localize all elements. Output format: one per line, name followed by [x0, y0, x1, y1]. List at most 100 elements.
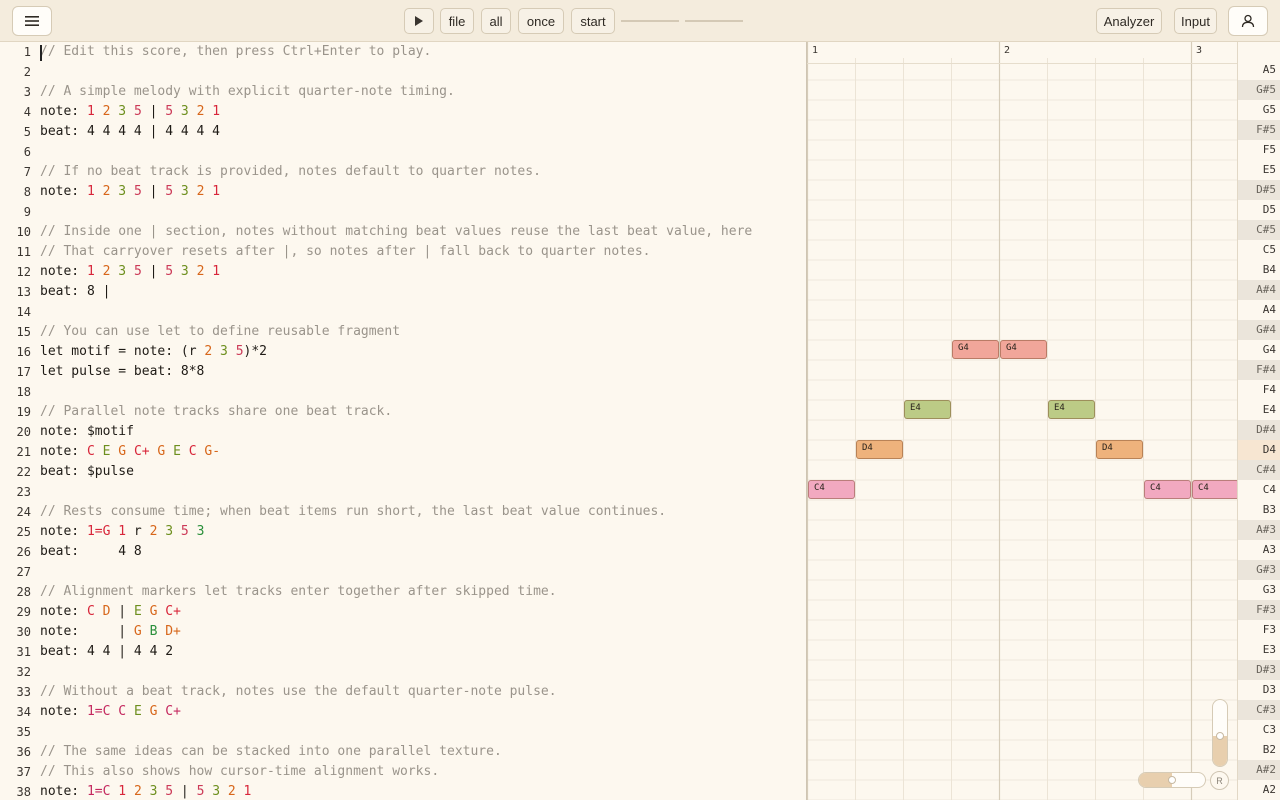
code-line[interactable]: 13 beat: 8 | [0, 282, 806, 302]
code-line[interactable]: 37 // This also shows how cursor-time ali… [0, 762, 806, 782]
code-token: 3 [118, 264, 127, 279]
code-line[interactable]: 17 let pulse = beat: 8*8 [0, 362, 806, 382]
code-line[interactable]: 38 note: 1=C 1 2 3 5 | 5 3 2 1 [0, 782, 806, 800]
code-token: note: [40, 184, 87, 199]
line-number: 13 [16, 285, 31, 299]
file-button[interactable]: file [440, 8, 474, 34]
code-line[interactable]: 25 note: 1=G 1 r 2 3 5 3 [0, 522, 806, 542]
code-comment: // Alignment markers let tracks enter to… [40, 584, 557, 599]
code-line[interactable]: 29 note: C D | E G C+ [0, 602, 806, 622]
code-token: G [133, 624, 142, 639]
volume-slider[interactable] [1212, 699, 1228, 767]
tempo-slider[interactable] [1138, 772, 1206, 788]
code-line[interactable]: 30 note: | G B D+ [0, 622, 806, 642]
analyzer-button[interactable]: Analyzer [1096, 8, 1162, 34]
code-token: 5 [165, 184, 174, 199]
line-number: 25 [16, 525, 31, 539]
code-line[interactable]: 9 [0, 202, 806, 222]
progress-slider-right[interactable] [685, 20, 743, 22]
code-text: // The same ideas can be stacked into on… [40, 742, 502, 762]
play-button[interactable] [404, 8, 434, 34]
pitch-key: C#4 [1238, 460, 1280, 480]
code-line[interactable]: 20 note: $motif [0, 422, 806, 442]
code-token: C [188, 444, 197, 459]
input-button[interactable]: Input [1174, 8, 1217, 34]
code-line[interactable]: 16 let motif = note: (r 2 3 5)*2 [0, 342, 806, 362]
code-token: 2 [227, 784, 236, 799]
note-block[interactable]: C4 [1144, 480, 1191, 499]
code-line[interactable]: 4 note: 1 2 3 5 | 5 3 2 1 [0, 102, 806, 122]
code-line[interactable]: 2 [0, 62, 806, 82]
code-line[interactable]: 19 // Parallel note tracks share one beat… [0, 402, 806, 422]
code-line[interactable]: 23 [0, 482, 806, 502]
piano-roll[interactable]: 123 C4 D4 E4 G4 G4 E4 D4 C4 C4 [806, 42, 1237, 800]
note-block[interactable]: E4 [904, 400, 951, 419]
code-token: 3 [180, 264, 189, 279]
once-button[interactable]: once [518, 8, 564, 34]
code-token: | [141, 184, 166, 199]
code-line[interactable]: 28 // Alignment markers let tracks enter … [0, 582, 806, 602]
code-text: // Without a beat track, notes use the d… [40, 682, 557, 702]
code-text: beat: 8 | [40, 282, 110, 302]
code-line[interactable]: 24 // Rests consume time; when beat items… [0, 502, 806, 522]
tempo-slider-knob[interactable] [1168, 776, 1176, 784]
code-text: // Rests consume time; when beat items r… [40, 502, 666, 522]
pitch-key: F5 [1262, 143, 1276, 156]
note-block[interactable]: D4 [856, 440, 903, 459]
code-line[interactable]: 10 // Inside one | section, notes without… [0, 222, 806, 242]
code-line[interactable]: 11 // That carryover resets after |, so n… [0, 242, 806, 262]
code-line[interactable]: 3 // A simple melody with explicit quarte… [0, 82, 806, 102]
code-line[interactable]: 8 note: 1 2 3 5 | 5 3 2 1 [0, 182, 806, 202]
user-icon [1241, 14, 1255, 28]
code-text: // Edit this score, then press Ctrl+Ente… [40, 42, 431, 62]
code-line[interactable]: 22 beat: $pulse [0, 462, 806, 482]
line-number: 36 [16, 745, 31, 759]
code-line[interactable]: 6 [0, 142, 806, 162]
note-block[interactable]: G4 [1000, 340, 1047, 359]
line-number: 6 [23, 145, 31, 159]
note-block[interactable]: D4 [1096, 440, 1143, 459]
pitch-key: G5 [1262, 103, 1276, 116]
progress-slider-left[interactable] [621, 20, 679, 22]
line-number: 35 [16, 725, 31, 739]
code-line[interactable]: 21 note: C E G C+ G E C G- [0, 442, 806, 462]
all-button[interactable]: all [481, 8, 511, 34]
code-line[interactable]: 5 beat: 4 4 4 4 | 4 4 4 4 [0, 122, 806, 142]
code-line[interactable]: 18 [0, 382, 806, 402]
code-line[interactable]: 31 beat: 4 4 | 4 4 2 [0, 642, 806, 662]
code-line[interactable]: 33 // Without a beat track, notes use the… [0, 682, 806, 702]
note-block[interactable]: G4 [952, 340, 999, 359]
code-editor[interactable]: 1 // Edit this score, then press Ctrl+Ent… [0, 42, 806, 800]
code-line[interactable]: 7 // If no beat track is provided, notes … [0, 162, 806, 182]
code-text: // This also shows how cursor-time align… [40, 762, 439, 782]
code-line[interactable]: 36 // The same ideas can be stacked into … [0, 742, 806, 762]
note-block[interactable]: C4 [808, 480, 855, 499]
bar-ruler: 1 2 3 [807, 42, 1237, 64]
menu-button[interactable] [12, 6, 52, 36]
code-text: note: 1=C C E G C+ [40, 702, 181, 722]
user-button[interactable] [1228, 6, 1268, 36]
note-block[interactable]: E4 [1048, 400, 1095, 419]
code-token: E [173, 444, 181, 459]
code-line[interactable]: 27 [0, 562, 806, 582]
code-line[interactable]: 35 [0, 722, 806, 742]
code-line[interactable]: 1 // Edit this score, then press Ctrl+Ent… [0, 42, 806, 62]
code-text: // You can use let to define reusable fr… [40, 322, 400, 342]
reset-button[interactable]: R [1210, 771, 1229, 790]
code-line[interactable]: 32 [0, 662, 806, 682]
code-line[interactable]: 26 beat: 4 8 [0, 542, 806, 562]
code-line[interactable]: 34 note: 1=C C E G C+ [0, 702, 806, 722]
code-line[interactable]: 14 [0, 302, 806, 322]
note-block[interactable]: C4 [1192, 480, 1237, 499]
code-line[interactable]: 12 note: 1 2 3 5 | 5 3 2 1 [0, 262, 806, 282]
start-button[interactable]: start [571, 8, 615, 34]
code-line[interactable]: 15 // You can use let to define reusable … [0, 322, 806, 342]
line-number: 7 [23, 165, 31, 179]
